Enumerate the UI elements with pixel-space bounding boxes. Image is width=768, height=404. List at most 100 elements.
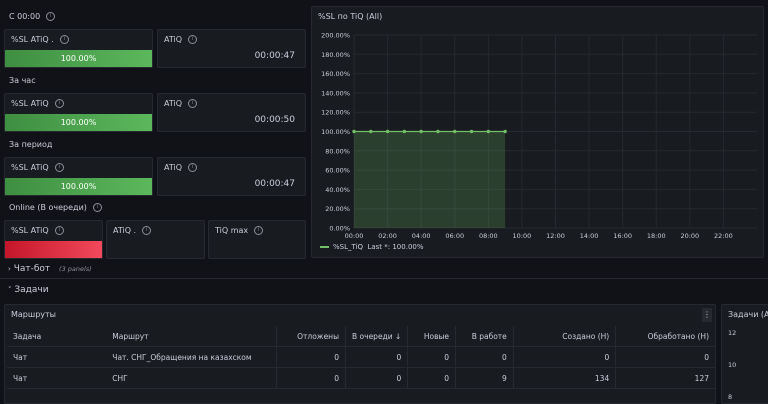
chart-svg: 200.00% 180.00% 160.00% 140.00% 120.00% 100.0…	[321, 32, 757, 240]
col-in-queue[interactable]: В очереди ↓	[345, 326, 409, 347]
info-icon[interactable]: i	[188, 99, 198, 108]
info-icon[interactable]: i	[188, 35, 198, 44]
panel-menu-icon[interactable]: ⋮	[702, 308, 712, 322]
atiq-value: 00:00:47	[254, 51, 295, 61]
row-chatbot[interactable]: › Чат-бот (3 panels)	[8, 264, 92, 274]
row-tasks[interactable]: ˅ Задачи	[8, 285, 49, 295]
sl-panel-per-period[interactable]: %SL ATiQ i 100.00%	[4, 157, 153, 196]
atiq-value: 00:00:50	[254, 115, 295, 125]
info-icon[interactable]: i	[254, 226, 264, 235]
col-processed[interactable]: Обработано (Н)	[615, 326, 715, 347]
series-area	[354, 131, 506, 228]
table-cell: 0	[455, 346, 514, 368]
data-point	[453, 129, 457, 134]
col-new[interactable]: Новые	[407, 326, 457, 347]
info-icon[interactable]: i	[54, 163, 64, 172]
x-tick-label: 12:00	[546, 232, 565, 240]
section-per-period: За период	[9, 140, 53, 149]
sl-panel-per-hour[interactable]: %SL ATiQ i 100.00%	[4, 93, 153, 132]
table-cell: 0	[276, 367, 347, 389]
data-point	[419, 129, 423, 134]
data-point	[503, 129, 507, 134]
panel-title: TiQ max	[215, 226, 249, 235]
panel-title: %SL ATiQ	[11, 163, 49, 172]
table-cell: Чат. СНГ_Обращения на казахском	[106, 346, 277, 368]
table-row[interactable]: Чат СНГ 0 0 0 9 134 127	[7, 367, 715, 389]
sl-bar-empty	[5, 241, 102, 258]
table-cell: 9	[455, 367, 514, 389]
atiq-panel-online[interactable]: ATiQ . i	[106, 220, 205, 259]
section-per-hour: За час	[9, 76, 36, 85]
col-route[interactable]: Маршрут	[106, 326, 277, 347]
sl-tiq-chart-panel[interactable]: %SL по TiQ (All) 200.00% 180.00% 160.00% 14…	[311, 6, 764, 258]
info-icon[interactable]: i	[92, 203, 102, 212]
panel-title: ATiQ .	[113, 226, 137, 235]
y-tick-label: 40.00%	[325, 186, 350, 194]
legend-swatch	[320, 246, 329, 248]
info-icon[interactable]: i	[142, 226, 152, 235]
section-online: Online (В очереди) i	[9, 203, 102, 212]
row-title: Чат-бот	[13, 264, 51, 274]
y-tick-label: 20.00%	[325, 205, 350, 213]
atiq-panel-per-hour[interactable]: ATiQ i 00:00:50	[157, 93, 306, 132]
y-tick-label: 180.00%	[321, 51, 350, 59]
x-tick-label: 06:00	[445, 232, 464, 240]
col-postponed[interactable]: Отложены	[276, 326, 347, 347]
chart-legend[interactable]: %SL_TiQ Last *: 100.00%	[320, 243, 424, 251]
x-tick-label: 20:00	[680, 232, 699, 240]
data-point	[486, 129, 491, 134]
y-tick: 10	[728, 361, 737, 369]
atiq-value: 00:00:47	[254, 179, 295, 189]
col-in-work[interactable]: В работе	[455, 326, 514, 347]
tasks-chart-panel[interactable]: Задачи (All 12 10 8	[721, 304, 768, 404]
legend-stat: Last *: 100.00%	[367, 243, 424, 251]
tiq-max-panel-online[interactable]: TiQ max i	[208, 220, 306, 259]
routes-table-panel[interactable]: Маршруты ⋮ Задача Маршрут Отложены В оче…	[4, 304, 716, 404]
panel-title: ATiQ	[164, 163, 183, 172]
row-divider	[0, 278, 768, 279]
info-icon[interactable]: i	[54, 226, 64, 235]
data-point	[369, 129, 373, 134]
sl-panel-online[interactable]: %SL ATiQ i	[4, 220, 103, 259]
table-row[interactable]: Чат Чат. СНГ_Обращения на казахском 0 0 0 0 0 0	[7, 346, 715, 368]
panel-title: %SL ATiQ .	[11, 35, 54, 44]
table-cell: 0	[345, 346, 409, 368]
panel-title: ATiQ	[164, 99, 183, 108]
row-title: Задачи	[14, 285, 49, 295]
x-tick-label: 02:00	[378, 232, 397, 240]
y-tick-label: 60.00%	[325, 167, 350, 175]
info-icon[interactable]: i	[46, 12, 56, 21]
routes-table: Задача Маршрут Отложены В очереди ↓ Новы…	[7, 326, 715, 389]
info-icon[interactable]: i	[54, 99, 64, 108]
sl-value: 100.00%	[60, 182, 97, 191]
data-point	[469, 129, 474, 134]
info-icon[interactable]: i	[188, 163, 198, 172]
panel-title: %SL ATiQ	[11, 99, 49, 108]
y-tick-label: 100.00%	[321, 128, 350, 136]
table-cell: 0	[513, 346, 617, 368]
col-created[interactable]: Создано (Н)	[513, 326, 617, 347]
panel-title: ATiQ	[164, 35, 183, 44]
x-tick-label: 00:00	[345, 232, 364, 240]
chart-area: 200.00% 180.00% 160.00% 140.00% 120.00% 100.0…	[312, 7, 765, 259]
x-tick-label: 04:00	[412, 232, 431, 240]
table-cell: 0	[276, 346, 347, 368]
atiq-panel-since-midnight[interactable]: ATiQ i 00:00:47	[157, 29, 306, 68]
col-task[interactable]: Задача	[7, 326, 107, 347]
x-tick-label: 14:00	[580, 232, 599, 240]
data-point	[436, 129, 440, 134]
panel-title: Задачи (All	[728, 310, 768, 319]
info-icon[interactable]: i	[59, 35, 69, 44]
table-cell: 127	[615, 367, 715, 389]
atiq-panel-per-period[interactable]: ATiQ i 00:00:47	[157, 157, 306, 196]
y-tick-label: 80.00%	[325, 147, 350, 155]
chevron-down-icon: ˅	[8, 286, 12, 294]
y-tick-label: 120.00%	[321, 109, 350, 117]
legend-series-name: %SL_TiQ	[333, 243, 364, 251]
table-cell: 0	[615, 346, 715, 368]
sl-panel-since-midnight[interactable]: %SL ATiQ . i 100.00%	[4, 29, 153, 68]
row-meta: (3 panels)	[59, 265, 92, 273]
panel-title: %SL ATiQ	[11, 226, 49, 235]
sl-value: 100.00%	[60, 54, 97, 63]
y-tick-label: 160.00%	[321, 70, 350, 78]
